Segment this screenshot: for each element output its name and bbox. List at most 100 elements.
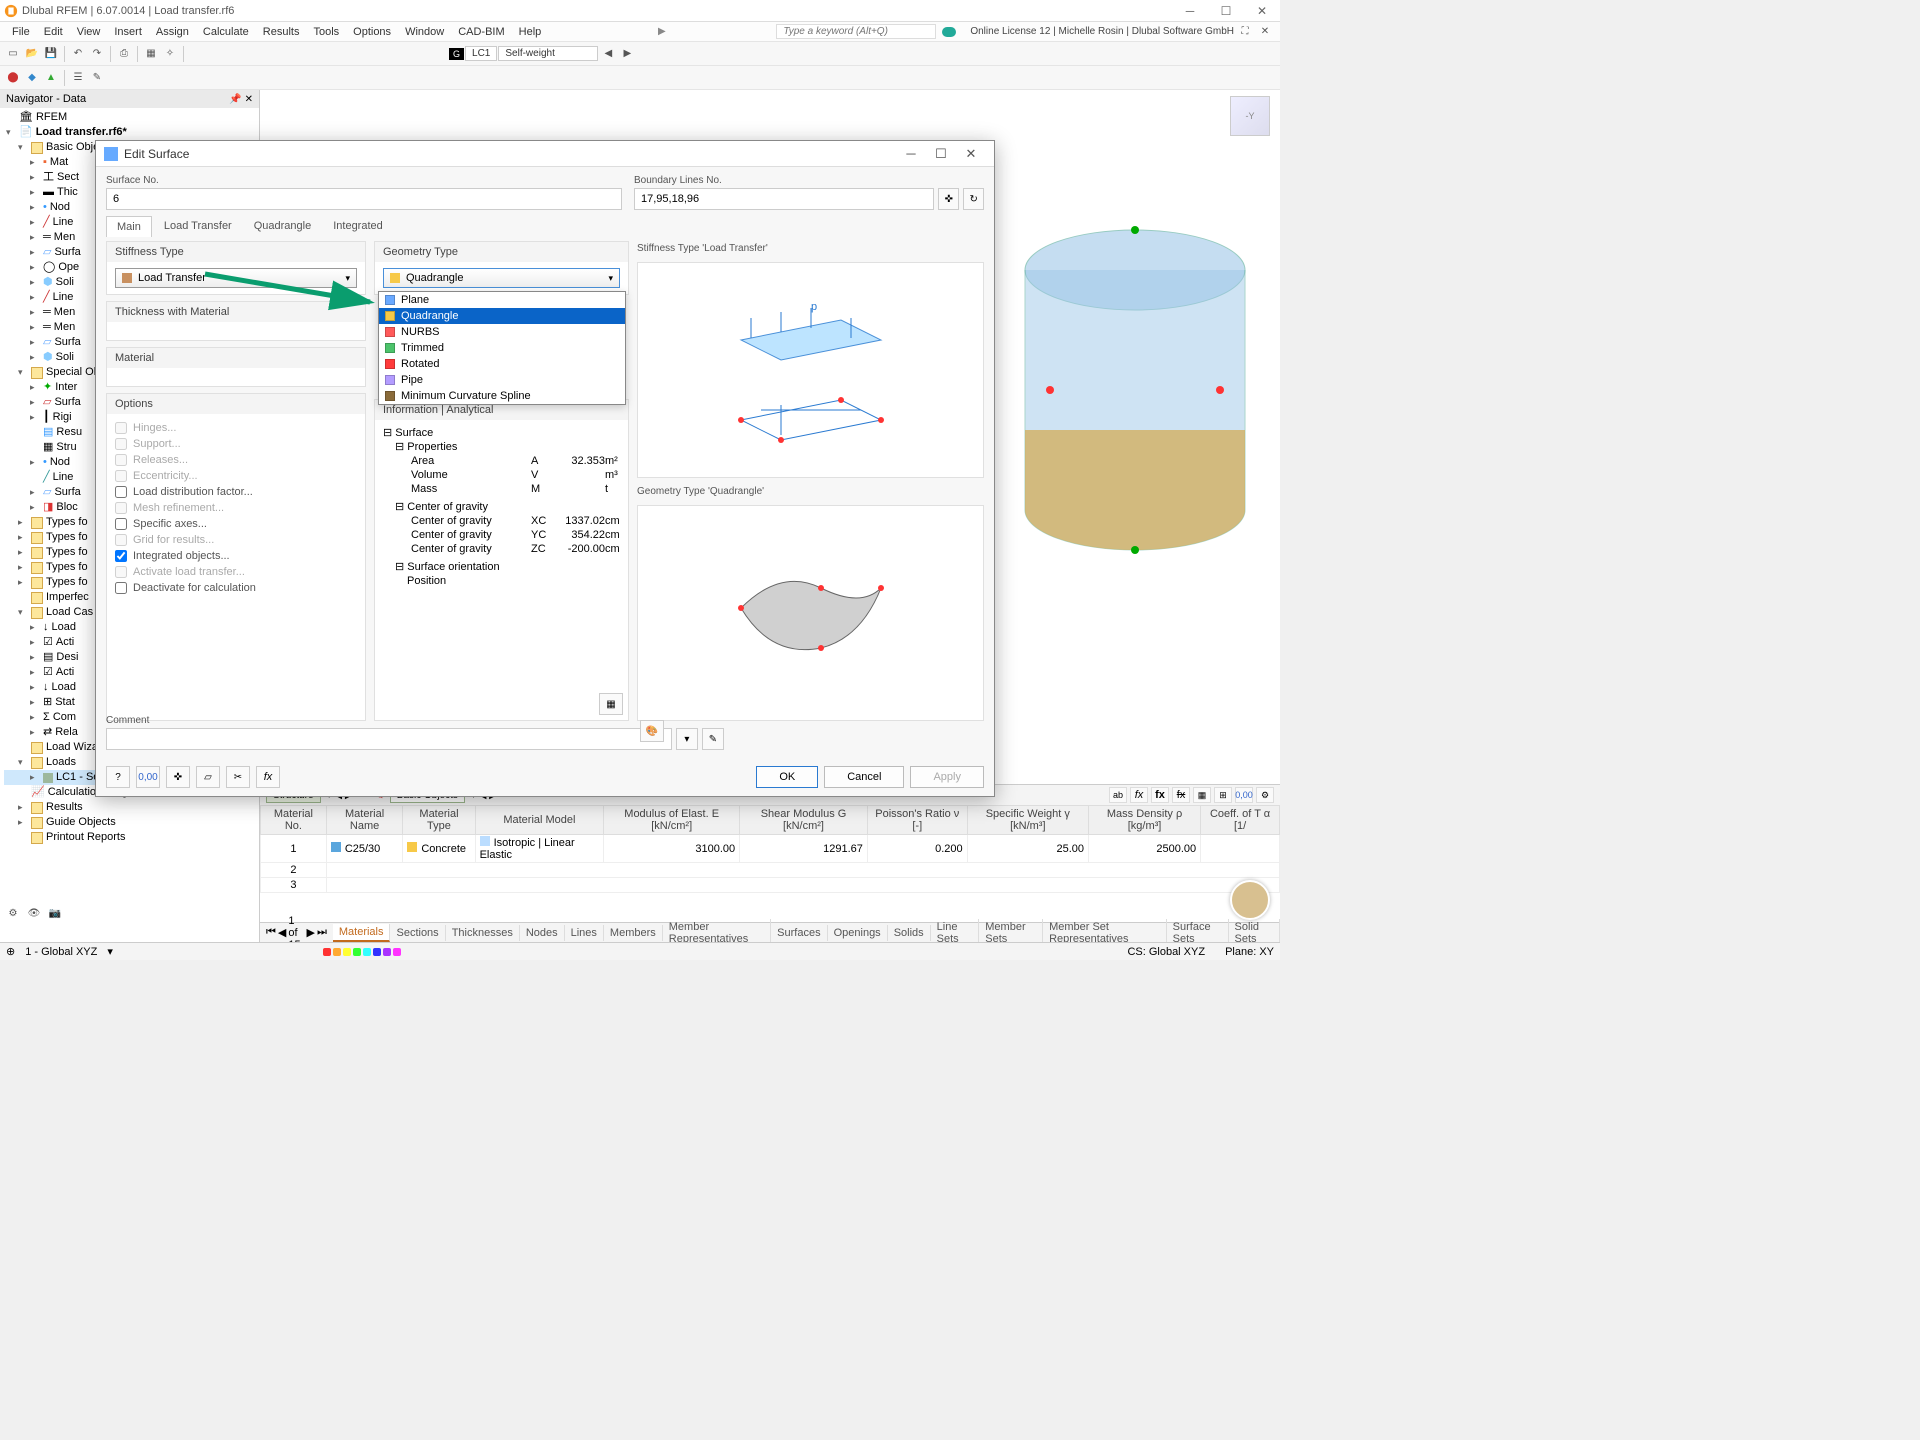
user-avatar[interactable] <box>1230 880 1270 920</box>
help-button[interactable]: ? <box>106 766 130 788</box>
tab-openings[interactable]: Openings <box>828 925 888 941</box>
menu-view[interactable]: View <box>71 24 107 40</box>
undo-icon[interactable]: ↶ <box>69 45 87 63</box>
tab-nodes[interactable]: Nodes <box>520 925 565 941</box>
grid-icon[interactable]: ▦ <box>142 45 160 63</box>
geom-option-plane[interactable]: Plane <box>379 292 625 308</box>
close-button[interactable]: ✕ <box>1248 2 1276 20</box>
unit-button[interactable]: 0,00 <box>136 766 160 788</box>
option-deactivate-for-calculation[interactable]: Deactivate for calculation <box>115 580 357 596</box>
edit-surface-dialog: Edit Surface ─ ☐ ✕ Surface No. Boundary … <box>95 140 995 797</box>
mini-fxb-icon[interactable]: fx <box>1151 787 1169 803</box>
save-icon[interactable]: 💾 <box>42 45 60 63</box>
mini-fn-icon[interactable]: ab <box>1109 787 1127 803</box>
menu-assign[interactable]: Assign <box>150 24 195 40</box>
boundary-input[interactable] <box>634 188 934 210</box>
view-cube[interactable]: -Y <box>1230 96 1270 136</box>
tool-d-icon[interactable]: ☰ <box>69 69 87 87</box>
mini-fx-icon[interactable]: fx <box>1130 787 1148 803</box>
nav-eye-icon[interactable]: 👁 <box>25 904 43 922</box>
option-integrated-objects-[interactable]: Integrated objects... <box>115 548 357 564</box>
tab-lines[interactable]: Lines <box>565 925 604 941</box>
tab-sections[interactable]: Sections <box>390 925 445 941</box>
option-load-distribution-factor-[interactable]: Load distribution factor... <box>115 484 357 500</box>
tab-load-transfer[interactable]: Load Transfer <box>154 216 242 237</box>
snap-icon[interactable]: ✧ <box>161 45 179 63</box>
redo-icon[interactable]: ↷ <box>88 45 106 63</box>
window-close-icon[interactable]: ✕ <box>1256 23 1274 41</box>
mini-gear-icon[interactable]: ⚙ <box>1256 787 1274 803</box>
geom-option-nurbs[interactable]: NURBS <box>379 324 625 340</box>
color-picker-button[interactable]: 🎨 <box>640 720 664 742</box>
tool-e-icon[interactable]: ✎ <box>88 69 106 87</box>
open-icon[interactable]: 📂 <box>23 45 41 63</box>
lc-prev-icon[interactable]: ◀ <box>599 45 617 63</box>
tab-thicknesses[interactable]: Thicknesses <box>446 925 520 941</box>
tab-surfaces[interactable]: Surfaces <box>771 925 827 941</box>
surface-button[interactable]: ▱ <box>196 766 220 788</box>
boundary-loop-button[interactable]: ↻ <box>963 188 984 210</box>
geom-option-trimmed[interactable]: Trimmed <box>379 340 625 356</box>
menu-insert[interactable]: Insert <box>108 24 148 40</box>
menu-results[interactable]: Results <box>257 24 306 40</box>
option-specific-axes-[interactable]: Specific axes... <box>115 516 357 532</box>
menu-help[interactable]: Help <box>513 24 548 40</box>
geometry-type-dropdown[interactable]: PlaneQuadrangleNURBSTrimmedRotatedPipeMi… <box>378 291 626 405</box>
menu-window[interactable]: Window <box>399 24 450 40</box>
keyword-search-input[interactable] <box>776 24 936 39</box>
menu-calculate[interactable]: Calculate <box>197 24 255 40</box>
nav-settings-icon[interactable]: ⚙ <box>4 904 22 922</box>
mini-grid-icon[interactable]: ⊞ <box>1214 787 1232 803</box>
pick-button[interactable]: ✜ <box>166 766 190 788</box>
nav-camera-icon[interactable]: 📷 <box>46 904 64 922</box>
menu-tools[interactable]: Tools <box>307 24 345 40</box>
tab-solids[interactable]: Solids <box>888 925 931 941</box>
geom-option-pipe[interactable]: Pipe <box>379 372 625 388</box>
menu-edit[interactable]: Edit <box>38 24 69 40</box>
tab-materials[interactable]: Materials <box>333 924 391 942</box>
lc-code[interactable]: LC1 <box>465 46 497 61</box>
cancel-button[interactable]: Cancel <box>824 766 904 788</box>
apply-button[interactable]: Apply <box>910 766 984 788</box>
mini-unit-icon[interactable]: 0,00 <box>1235 787 1253 803</box>
menu-options[interactable]: Options <box>347 24 397 40</box>
comment-list-button[interactable]: ▾ <box>676 728 698 750</box>
geom-option-quadrangle[interactable]: Quadrangle <box>379 308 625 324</box>
fx-button[interactable]: fx <box>256 766 280 788</box>
status-global-cs[interactable]: 1 - Global XYZ <box>25 946 97 958</box>
menu-cadbim[interactable]: CAD-BIM <box>452 24 510 40</box>
comment-edit-button[interactable]: ✎ <box>702 728 724 750</box>
dialog-close-button[interactable]: ✕ <box>956 146 986 162</box>
scissor-button[interactable]: ✂ <box>226 766 250 788</box>
stiffness-type-select[interactable]: Load Transfer▾ <box>115 268 357 288</box>
lc-name[interactable]: Self-weight <box>498 46 598 61</box>
expand-icon[interactable]: ⛶ <box>1236 23 1254 41</box>
surface-no-input[interactable] <box>106 188 622 210</box>
new-icon[interactable]: ▭ <box>4 45 22 63</box>
tool-a-icon[interactable]: ⬤ <box>4 69 22 87</box>
materials-table[interactable]: Material No.Material NameMaterial TypeMa… <box>260 805 1280 893</box>
geom-option-minimum-curvature-spline[interactable]: Minimum Curvature Spline <box>379 388 625 404</box>
tab-main[interactable]: Main <box>106 216 152 237</box>
minimize-button[interactable]: ─ <box>1176 2 1204 20</box>
ok-button[interactable]: OK <box>756 766 818 788</box>
info-table-button[interactable]: ▦ <box>599 693 623 715</box>
mini-fxs-icon[interactable]: fx <box>1172 787 1190 803</box>
menu-file[interactable]: File <box>6 24 36 40</box>
boundary-pick-button[interactable]: ✜ <box>938 188 959 210</box>
comment-input[interactable] <box>106 728 672 750</box>
tab-integrated[interactable]: Integrated <box>323 216 393 237</box>
dialog-minimize-button[interactable]: ─ <box>896 146 926 161</box>
tab-members[interactable]: Members <box>604 925 663 941</box>
tool-c-icon[interactable]: ▲ <box>42 69 60 87</box>
dialog-maximize-button[interactable]: ☐ <box>926 146 956 162</box>
tool-b-icon[interactable]: ◆ <box>23 69 41 87</box>
print-icon[interactable]: ⎙ <box>115 45 133 63</box>
tab-quadrangle[interactable]: Quadrangle <box>244 216 322 237</box>
geom-option-rotated[interactable]: Rotated <box>379 356 625 372</box>
lc-next-icon[interactable]: ▶ <box>618 45 636 63</box>
mini-table-icon[interactable]: ▦ <box>1193 787 1211 803</box>
geometry-type-select[interactable]: Quadrangle▾ <box>383 268 620 288</box>
maximize-button[interactable]: ☐ <box>1212 2 1240 20</box>
pin-icon[interactable]: 📌 ✕ <box>229 94 253 105</box>
